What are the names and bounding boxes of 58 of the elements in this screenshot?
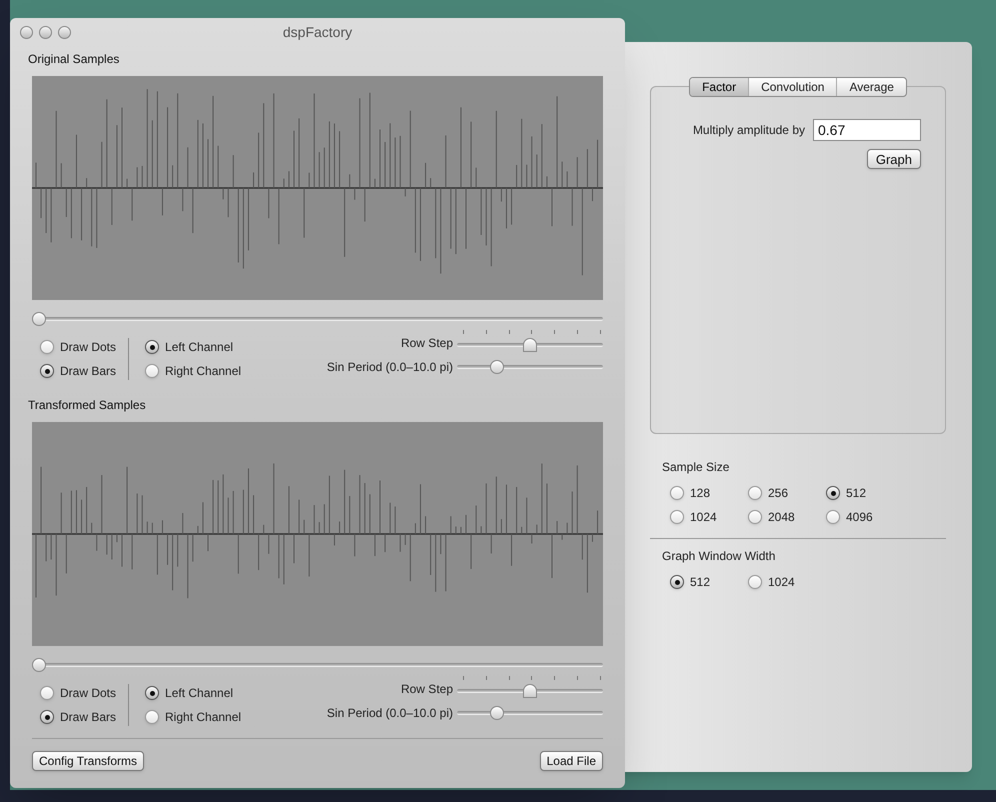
window-control-icon[interactable] bbox=[20, 26, 33, 38]
radio-button[interactable] bbox=[826, 486, 840, 500]
slider-label: Row Step bbox=[400, 681, 453, 698]
group-title: Graph Window Width bbox=[662, 548, 776, 565]
radio-label: Left Channel bbox=[165, 685, 234, 702]
tab[interactable]: Average bbox=[837, 78, 906, 96]
radio-label: 2048 bbox=[768, 509, 795, 526]
radio-label: Right Channel bbox=[165, 363, 242, 380]
config-transforms-button[interactable]: Config Transforms bbox=[32, 751, 144, 771]
radio-button[interactable] bbox=[826, 510, 840, 524]
radio-button[interactable] bbox=[145, 710, 160, 724]
radio-button[interactable] bbox=[748, 575, 762, 589]
radio-button[interactable] bbox=[145, 686, 160, 700]
window-title: dspFactory bbox=[282, 22, 354, 42]
radio-button[interactable] bbox=[40, 364, 54, 378]
sin-period-slider[interactable] bbox=[457, 360, 603, 374]
tab[interactable]: Convolution bbox=[749, 78, 838, 96]
radio-button[interactable] bbox=[145, 340, 160, 354]
sin-period-slider[interactable] bbox=[457, 706, 603, 720]
graph-button[interactable]: Graph bbox=[866, 149, 921, 169]
radio-button[interactable] bbox=[748, 510, 762, 524]
radio-label: 512 bbox=[690, 574, 710, 591]
radio-button[interactable] bbox=[670, 510, 684, 524]
load-file-button[interactable]: Load File bbox=[540, 751, 603, 771]
window-control-icon[interactable] bbox=[58, 26, 71, 38]
slider-label: Sin Period (0.0–10.0 pi) bbox=[326, 359, 453, 376]
field-label: Multiply amplitude by bbox=[692, 122, 805, 139]
slider-label: Row Step bbox=[400, 335, 453, 352]
radio-label: Draw Bars bbox=[60, 363, 116, 380]
radio-label: 256 bbox=[768, 485, 788, 502]
radio-label: Draw Dots bbox=[60, 339, 116, 356]
section-title: Original Samples bbox=[28, 51, 120, 68]
section-title: Transformed Samples bbox=[28, 397, 147, 414]
radio-label: 128 bbox=[690, 485, 710, 502]
radio-button[interactable] bbox=[40, 710, 54, 724]
tab[interactable]: Factor bbox=[690, 78, 750, 96]
slider-label: Sin Period (0.0–10.0 pi) bbox=[326, 705, 453, 722]
position-slider[interactable] bbox=[32, 312, 603, 326]
row-step-slider[interactable] bbox=[457, 330, 603, 352]
radio-label: Draw Bars bbox=[60, 709, 116, 726]
row-step-slider[interactable] bbox=[457, 676, 603, 698]
radio-label: Left Channel bbox=[165, 339, 234, 356]
radio-button[interactable] bbox=[40, 686, 54, 700]
radio-label: 4096 bbox=[846, 509, 873, 526]
radio-button[interactable] bbox=[670, 575, 684, 589]
radio-label: Draw Dots bbox=[60, 685, 116, 702]
group-title: Sample Size bbox=[662, 459, 730, 476]
radio-button[interactable] bbox=[145, 364, 160, 378]
radio-button[interactable] bbox=[40, 340, 54, 354]
radio-label: Right Channel bbox=[165, 709, 242, 726]
radio-label: 512 bbox=[846, 485, 866, 502]
factor-input[interactable]: 0.67 bbox=[813, 119, 921, 141]
position-slider[interactable] bbox=[32, 658, 603, 672]
radio-button[interactable] bbox=[748, 486, 762, 500]
radio-label: 1024 bbox=[768, 574, 795, 591]
radio-label: 1024 bbox=[690, 509, 717, 526]
window-control-icon[interactable] bbox=[39, 26, 52, 38]
radio-button[interactable] bbox=[670, 486, 684, 500]
